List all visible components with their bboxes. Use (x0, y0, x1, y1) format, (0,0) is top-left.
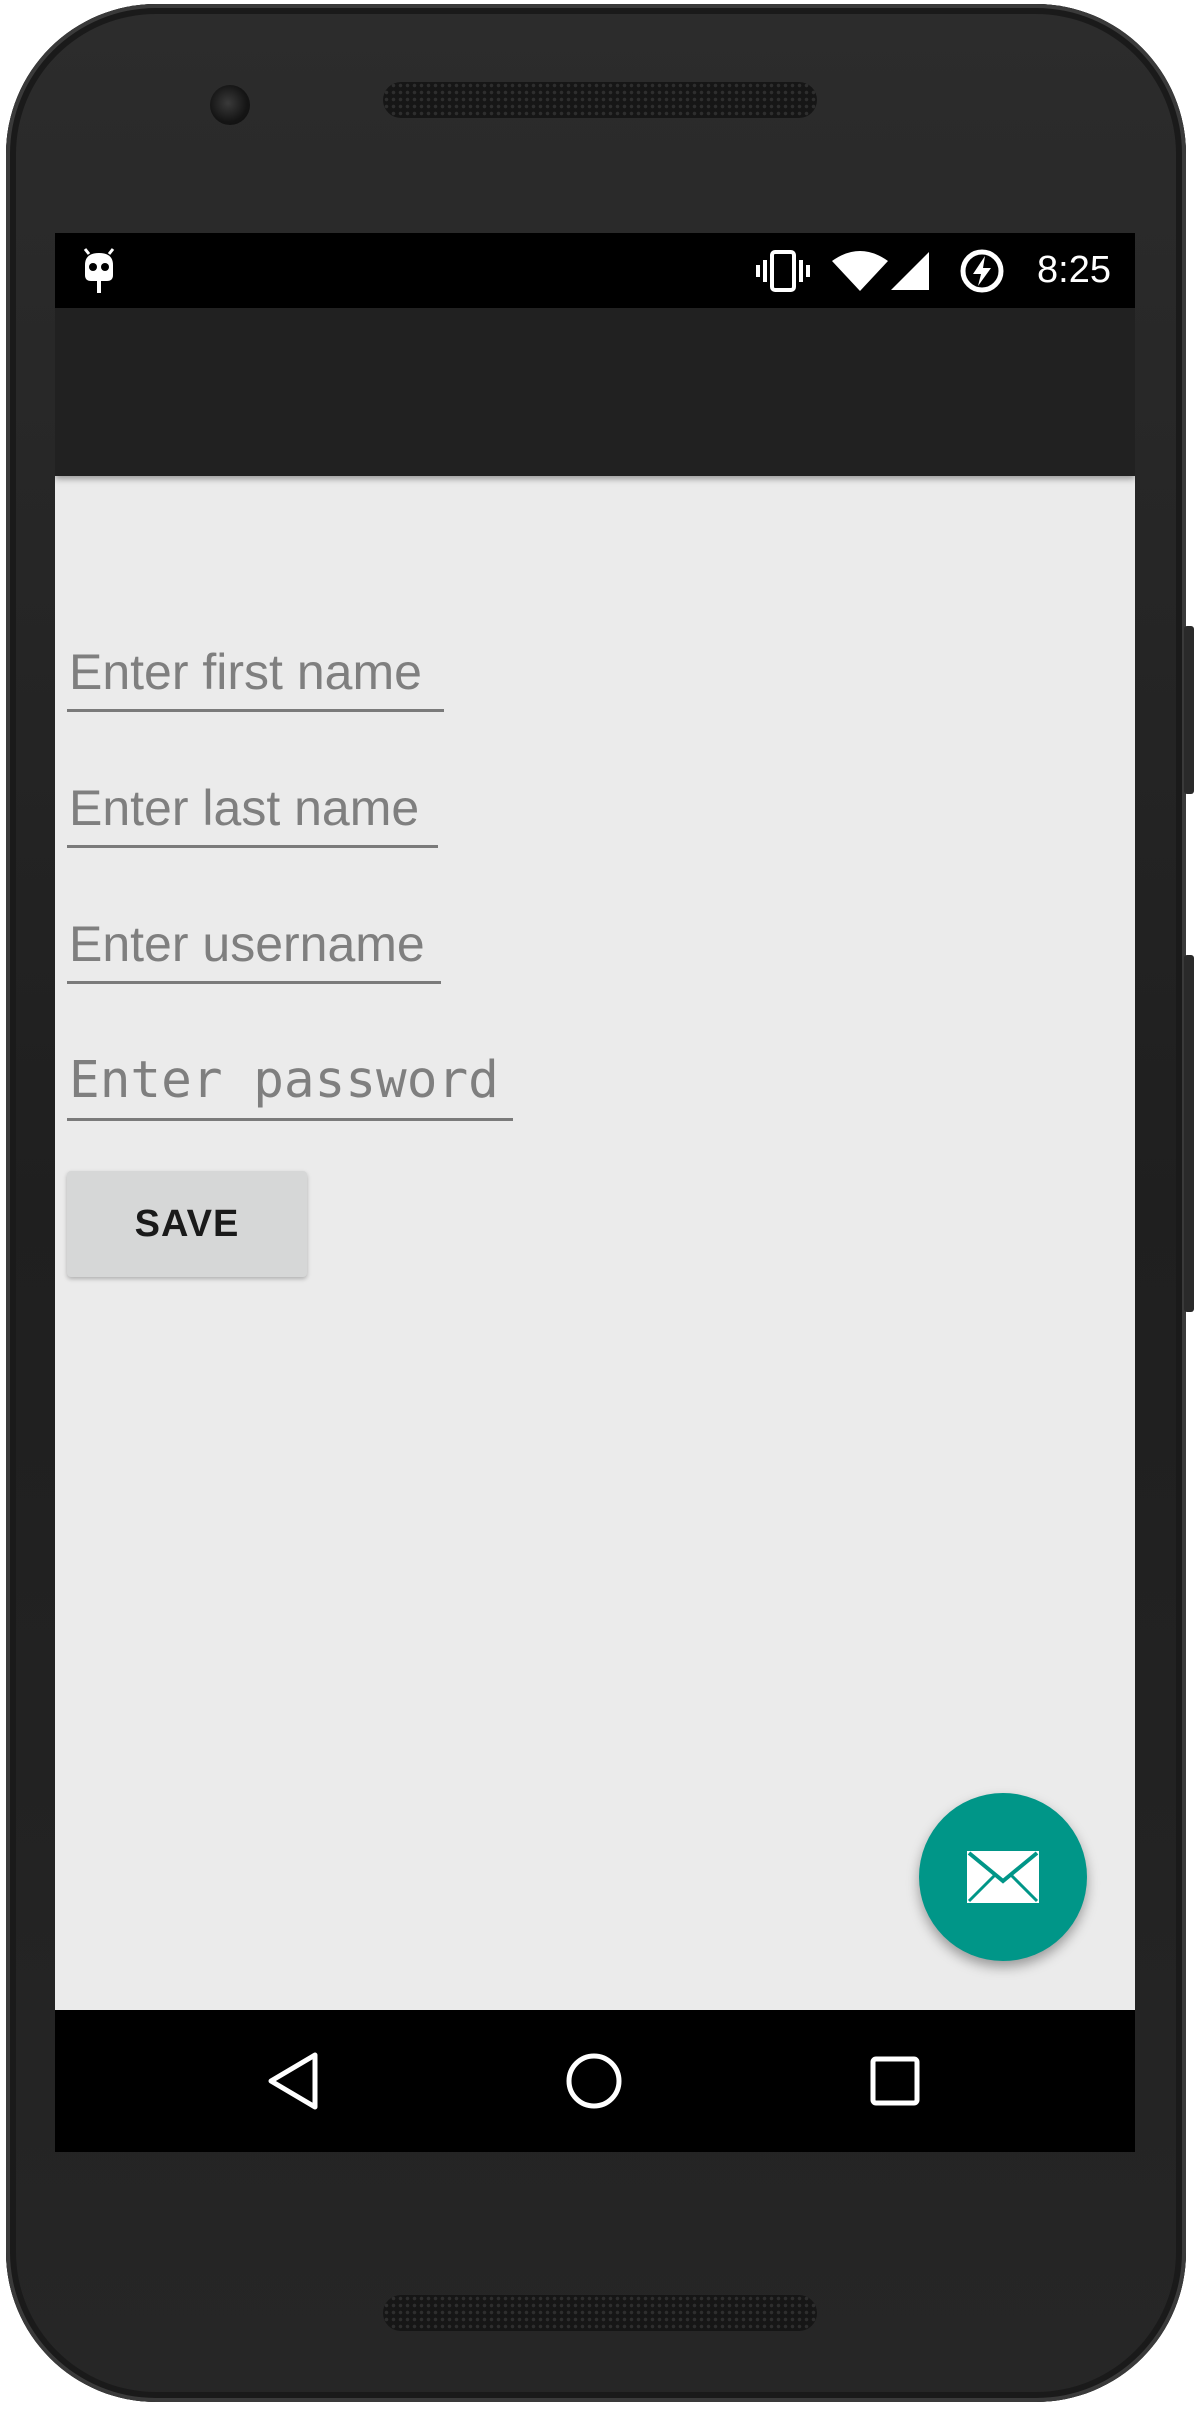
volume-rocker (1184, 955, 1194, 1312)
username-field[interactable]: Enter username (67, 915, 441, 984)
first-name-field[interactable]: Enter first name (67, 643, 444, 712)
status-time: 8:25 (1037, 249, 1111, 291)
home-icon (566, 2053, 622, 2109)
top-speaker-grille (383, 82, 817, 118)
vibrate-icon (755, 233, 811, 308)
navigation-bar (55, 2010, 1135, 2152)
screen: 8:25 Enter first name Enter last name En… (55, 233, 1135, 2152)
battery-charging-icon (957, 233, 1007, 308)
status-bar: 8:25 (55, 233, 1135, 308)
email-icon (967, 1851, 1039, 1903)
password-field[interactable]: Enter password (67, 1051, 513, 1121)
back-icon (268, 2052, 318, 2110)
wifi-icon (830, 233, 890, 308)
bottom-speaker-grille (383, 2295, 817, 2331)
recents-button[interactable] (835, 2010, 955, 2152)
save-button[interactable]: SAVE (67, 1171, 307, 1277)
app-bar (55, 308, 1135, 476)
home-button[interactable] (534, 2010, 654, 2152)
recents-icon (870, 2056, 920, 2106)
cell-signal-icon (889, 233, 931, 308)
last-name-field[interactable]: Enter last name (67, 779, 438, 848)
email-fab[interactable] (919, 1793, 1087, 1961)
back-button[interactable] (233, 2010, 353, 2152)
power-button (1184, 626, 1194, 794)
front-camera (210, 85, 250, 125)
cyanogenmod-bugdroid-icon (79, 233, 119, 308)
